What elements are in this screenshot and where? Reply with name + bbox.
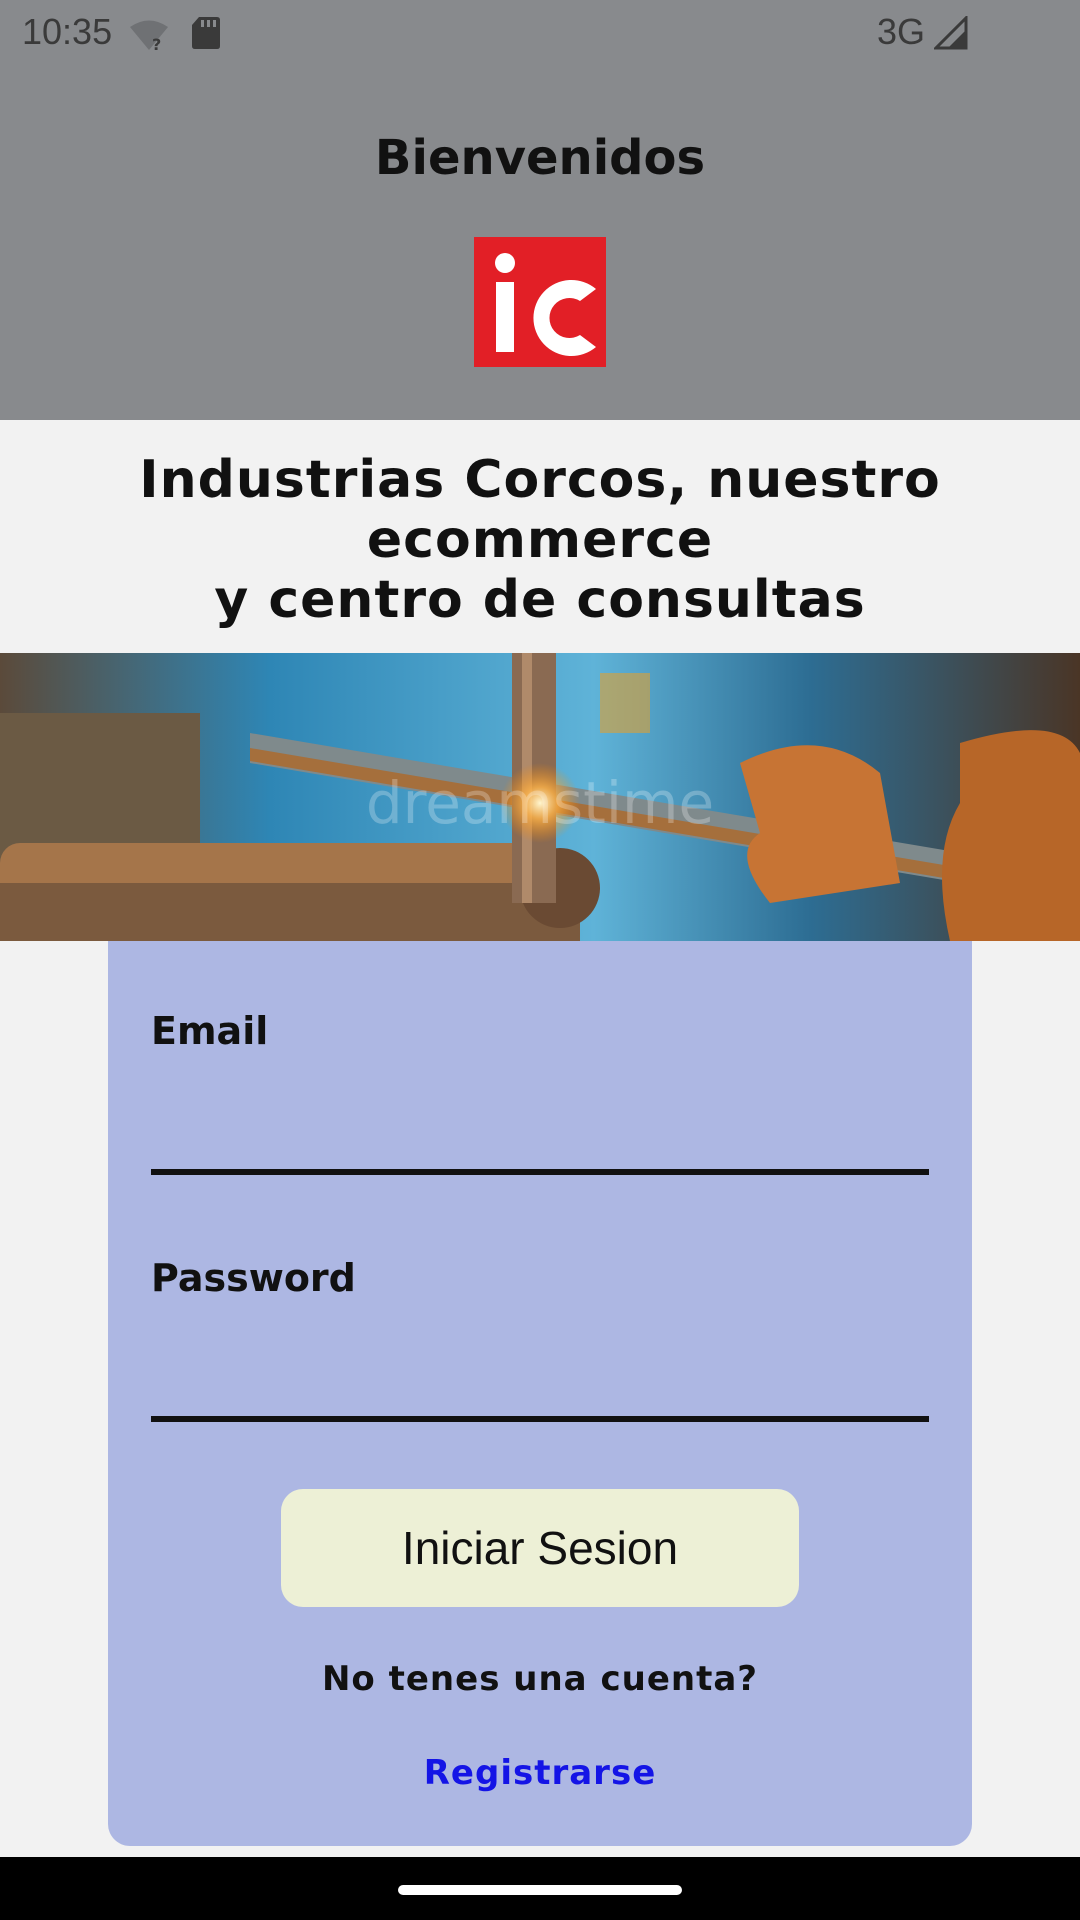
welding-banner-image: dreamstime xyxy=(0,653,1080,941)
login-button[interactable]: Iniciar Sesion xyxy=(281,1489,799,1607)
no-account-text: No tenes una cuenta? xyxy=(321,1659,759,1699)
status-bar: 10:35 ? 3G xyxy=(0,0,1080,64)
watermark-text: dreamstime xyxy=(366,769,714,837)
tagline: Industrias Corcos, nuestro ecommerce y c… xyxy=(0,420,1080,653)
company-logo xyxy=(474,237,606,367)
home-gesture-handle[interactable] xyxy=(398,1885,682,1895)
email-label: Email xyxy=(151,1009,269,1053)
register-link[interactable]: Registrarse xyxy=(108,1753,972,1793)
password-label: Password xyxy=(151,1256,356,1300)
cell-signal-icon xyxy=(932,14,968,59)
tagline-text: Industrias Corcos, nuestro ecommerce y c… xyxy=(0,450,1080,630)
tagline-line-2: y centro de consultas xyxy=(214,570,866,630)
header: Bienvenidos xyxy=(0,64,1080,420)
wifi-unknown-icon: ? xyxy=(128,18,170,61)
login-card: Email Password Iniciar Sesion No tenes u… xyxy=(108,941,972,1846)
sd-card-icon xyxy=(192,16,220,58)
status-time: 10:35 xyxy=(22,11,113,52)
password-field[interactable] xyxy=(151,1416,929,1422)
email-field[interactable] xyxy=(151,1169,929,1175)
svg-text:?: ? xyxy=(152,35,161,52)
navigation-bar xyxy=(0,1857,1080,1920)
tagline-line-1: Industrias Corcos, nuestro ecommerce xyxy=(139,450,941,570)
welcome-title: Bienvenidos xyxy=(374,130,706,186)
network-type: 3G xyxy=(877,11,926,52)
